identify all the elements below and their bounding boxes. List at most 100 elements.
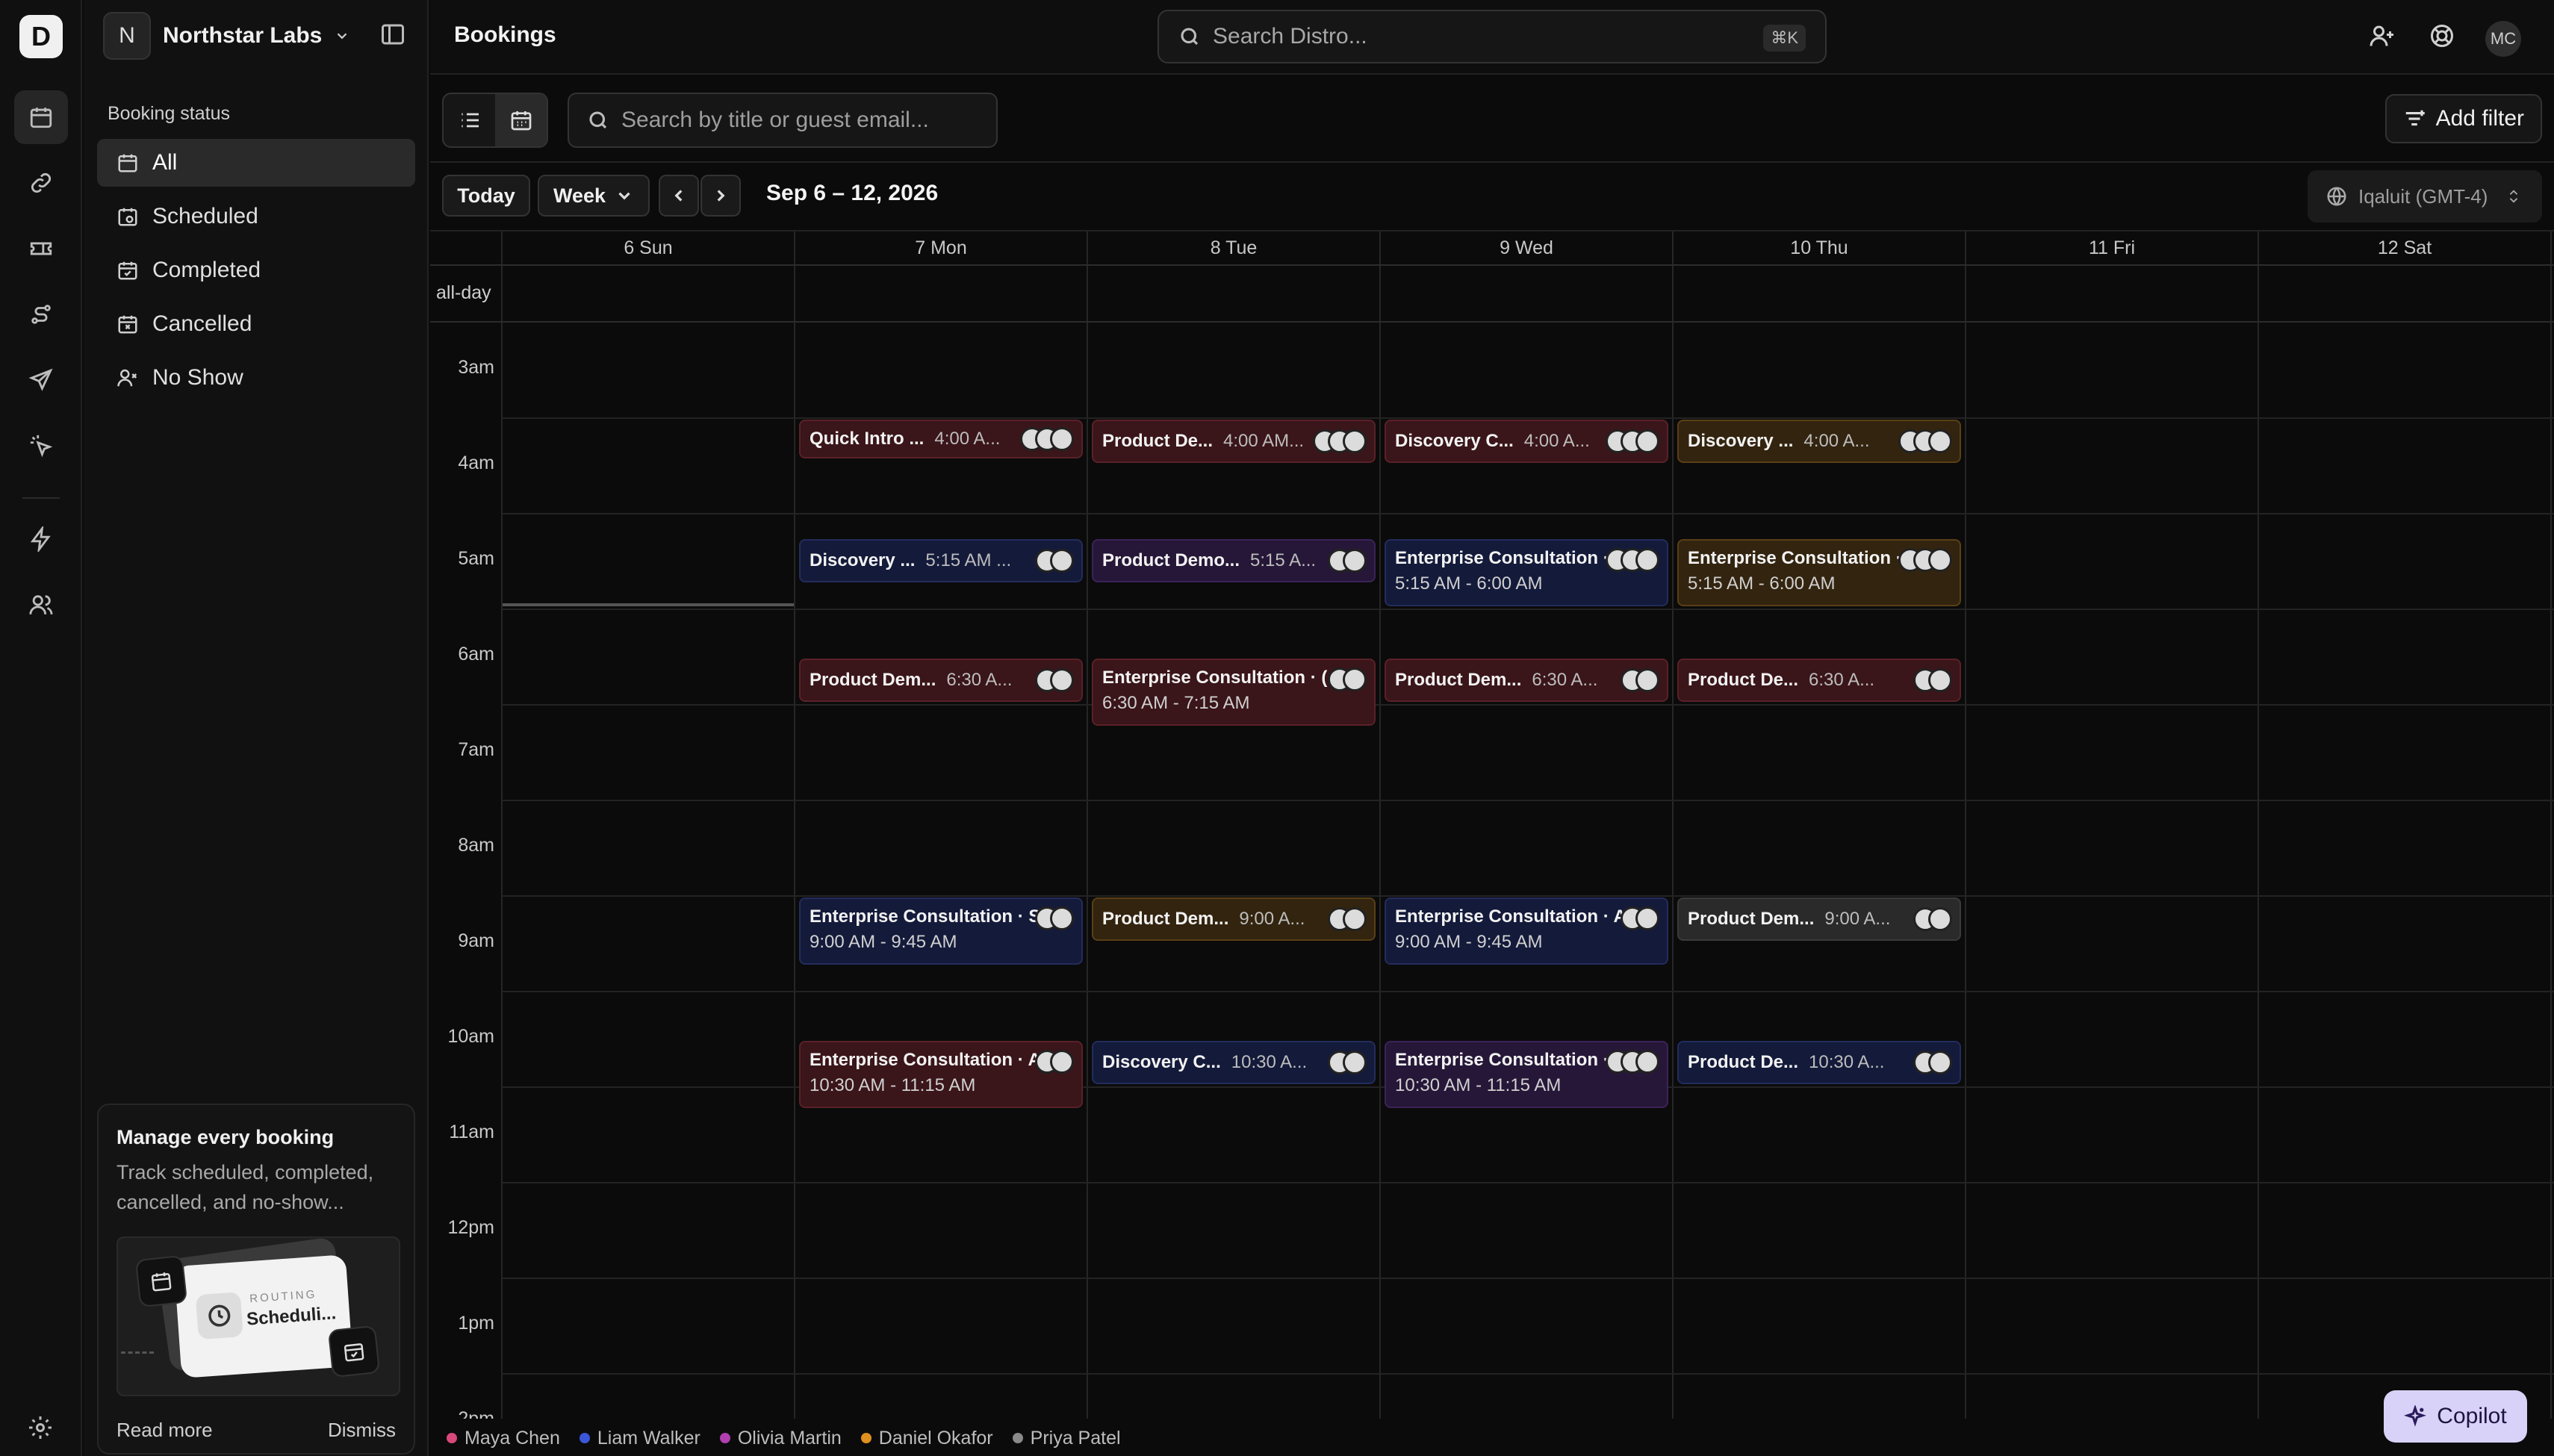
timezone-label: Iqaluit (GMT-4) [2358, 184, 2488, 208]
send-icon[interactable] [14, 353, 68, 407]
sidebar-item-scheduled[interactable]: Scheduled [97, 193, 415, 240]
day-header[interactable]: 6 Sun [502, 231, 795, 264]
hour-divider [502, 513, 2554, 514]
lightning-icon[interactable] [14, 512, 68, 566]
event-time: 10:30 AM - 11:15 AM [810, 1075, 976, 1095]
sidebar-item-all[interactable]: All [97, 139, 415, 187]
page-title: Bookings [454, 22, 556, 47]
booking-event[interactable]: Enterprise Consultation · S 9:00 AM - 9:4… [799, 897, 1083, 965]
day-divider [1965, 231, 1966, 1419]
copilot-button[interactable]: Copilot [2384, 1390, 2527, 1443]
booking-event[interactable]: Product Dem... 6:30 A... [799, 659, 1083, 702]
booking-event[interactable]: Product De... 4:00 AM... [1092, 420, 1376, 463]
today-button[interactable]: Today [442, 175, 530, 217]
sparkle-cursor-icon[interactable] [14, 419, 68, 473]
booking-event[interactable]: Product Demo... 5:15 A... [1092, 539, 1376, 582]
read-more-link[interactable]: Read more [116, 1419, 213, 1442]
help-icon[interactable] [2429, 22, 2458, 52]
hour-divider [502, 1373, 2554, 1375]
booking-event[interactable]: Discovery C... 10:30 A... [1092, 1041, 1376, 1084]
event-title: Product De... [1688, 670, 1799, 690]
date-range: Sep 6 – 12, 2026 [766, 181, 939, 205]
guest-avatar [1050, 549, 1074, 573]
hour-label: 6am [458, 644, 494, 665]
booking-event[interactable]: Enterprise Consultation · I 5:15 AM - 6:0… [1677, 539, 1961, 606]
guest-avatars [1035, 906, 1074, 930]
event-title: Enterprise Consultation · I [1688, 548, 1913, 568]
view-toggle [442, 93, 548, 148]
timezone-select[interactable]: Iqaluit (GMT-4) [2308, 170, 2542, 223]
calendar-icon[interactable] [14, 90, 68, 144]
hour-divider [502, 417, 2554, 419]
day-header[interactable]: 12 Sat [2258, 231, 2551, 264]
search-icon [589, 111, 607, 129]
sidebar-item-completed[interactable]: Completed [97, 246, 415, 294]
day-header[interactable]: 8 Tue [1087, 231, 1380, 264]
day-header[interactable]: 10 Thu [1673, 231, 1966, 264]
chevron-right-icon [717, 190, 725, 202]
event-time: 9:00 AM - 9:45 AM [810, 932, 957, 952]
booking-event[interactable]: Product De... 10:30 A... [1677, 1041, 1961, 1084]
legend-item[interactable]: Priya Patel [1012, 1428, 1121, 1449]
sidebar-item-no-show[interactable]: No Show [97, 354, 415, 402]
booking-event[interactable]: Product Dem... 6:30 A... [1385, 659, 1668, 702]
icon-rail: D [0, 0, 82, 1456]
guest-avatar [1928, 548, 1952, 572]
booking-event[interactable]: Discovery C... 4:00 A... [1385, 420, 1668, 463]
booking-event[interactable]: Enterprise Consultation · A 10:30 AM - 11… [799, 1041, 1083, 1108]
promo-card-front: ROUTING Scheduli... [174, 1254, 353, 1378]
legend-color-dot [1012, 1433, 1023, 1443]
booking-event[interactable]: Discovery ... 4:00 A... [1677, 420, 1961, 463]
add-filter-button[interactable]: Add filter [2384, 94, 2542, 143]
day-header[interactable]: 11 Fri [1966, 231, 2258, 264]
view-select[interactable]: Week [538, 175, 650, 217]
legend-item[interactable]: Liam Walker [579, 1428, 700, 1449]
user-avatar[interactable]: MC [2485, 21, 2521, 57]
booking-event[interactable]: Enterprise Consultation · (6:30 AM - 7:1… [1092, 659, 1376, 726]
add-user-icon[interactable] [2369, 22, 2399, 52]
route-icon[interactable] [14, 287, 68, 341]
booking-event[interactable]: Quick Intro ... 4:00 A... [799, 420, 1083, 458]
dismiss-button[interactable]: Dismiss [328, 1419, 396, 1442]
search-icon [1181, 28, 1199, 46]
booking-event[interactable]: Product Dem... 9:00 A... [1677, 897, 1961, 941]
legend-label: Olivia Martin [737, 1427, 842, 1449]
ticket-icon[interactable] [14, 222, 68, 276]
guest-avatars [1328, 668, 1367, 691]
guest-avatars [1313, 429, 1367, 453]
sidebar-toggle-icon[interactable] [379, 21, 409, 51]
booking-event[interactable]: Product De... 6:30 A... [1677, 659, 1961, 702]
link-icon[interactable] [14, 156, 68, 210]
booking-event[interactable]: Enterprise Consultation · I 10:30 AM - 11… [1385, 1041, 1668, 1108]
guest-avatars [1621, 906, 1659, 930]
gear-icon[interactable] [27, 1414, 55, 1443]
booking-event[interactable]: Discovery ... 5:15 AM ... [799, 539, 1083, 582]
guest-avatars [1913, 668, 1952, 692]
booking-search-input[interactable]: Search by title or guest email... [568, 93, 998, 148]
users-icon[interactable] [14, 578, 68, 632]
member-legend: Maya Chen Liam Walker Olivia Martin Daniel … [430, 1420, 2554, 1456]
legend-item[interactable]: Daniel Okafor [860, 1428, 993, 1449]
promo-card: Manage every booking Track scheduled, co… [97, 1104, 415, 1455]
guest-avatar [1635, 429, 1659, 453]
day-header[interactable]: 7 Mon [795, 231, 1087, 264]
hour-label: 7am [458, 739, 494, 760]
prev-week-button[interactable] [659, 175, 699, 217]
current-time-indicator [502, 603, 795, 606]
guest-avatar [1635, 548, 1659, 572]
sidebar-item-label: Cancelled [152, 311, 252, 336]
legend-item[interactable]: Olivia Martin [719, 1427, 842, 1449]
workspace-switcher[interactable]: N Northstar Labs [103, 10, 350, 61]
legend-item[interactable]: Maya Chen [447, 1428, 560, 1449]
next-week-button[interactable] [700, 175, 741, 217]
calendar-view-icon[interactable] [495, 94, 547, 146]
sidebar-item-cancelled[interactable]: Cancelled [97, 300, 415, 348]
booking-event[interactable]: Product Dem... 9:00 A... [1092, 897, 1376, 941]
global-search-input[interactable]: Search Distro... ⌘K [1158, 10, 1827, 63]
day-header[interactable]: 9 Wed [1380, 231, 1673, 264]
booking-event[interactable]: Enterprise Consultation · A 9:00 AM - 9:4… [1385, 897, 1668, 965]
list-view-icon[interactable] [444, 94, 495, 146]
booking-event[interactable]: Enterprise Consultation · V 5:15 AM - 6:0… [1385, 539, 1668, 606]
event-title: Product Dem... [1102, 909, 1229, 929]
app-logo[interactable]: D [19, 15, 63, 58]
